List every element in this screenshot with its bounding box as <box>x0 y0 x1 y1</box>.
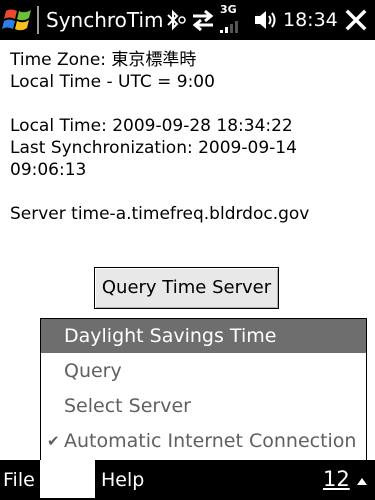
menu-item-query[interactable]: Query <box>41 354 366 388</box>
bluetooth-icon <box>167 9 186 31</box>
input-panel-button[interactable] <box>40 460 95 498</box>
last-sync-label: Last Synchronization: 2009-09-14 <box>10 138 297 158</box>
3g-signal-icon: 3G <box>218 3 244 34</box>
data-transfer-icon <box>192 9 214 32</box>
menu-item-label: Daylight Savings Time <box>64 325 277 347</box>
popup-menu: Daylight Savings Time Query Select Serve… <box>40 318 367 460</box>
network-type-label: 3G <box>220 3 237 16</box>
help-softkey[interactable]: Help <box>101 468 144 492</box>
title-bar: SynchroTim 3G 18:34 <box>0 0 375 40</box>
menu-item-select-server[interactable]: Select Server <box>41 389 366 423</box>
query-time-server-button[interactable]: Query Time Server <box>94 267 279 309</box>
clock[interactable]: 18:34 <box>283 8 338 32</box>
soft-key-bar: File Help 12 <box>0 460 375 500</box>
utc-offset-text: Local Time - UTC = 9:00 <box>10 72 215 92</box>
checkmark-icon: ✔ <box>47 432 60 450</box>
file-menu-softkey[interactable]: File <box>3 468 35 492</box>
windows-start-icon[interactable] <box>0 2 40 38</box>
menu-item-daylight-savings[interactable]: Daylight Savings Time <box>41 319 366 353</box>
menu-item-label: Automatic Internet Connection <box>64 430 357 452</box>
page-number[interactable]: 12 <box>323 466 350 492</box>
close-icon[interactable] <box>344 8 368 32</box>
up-arrow-icon[interactable] <box>356 476 368 486</box>
last-sync-time: 09:06:13 <box>10 160 87 180</box>
volume-icon[interactable] <box>252 6 278 34</box>
info-panel: Time Zone: 東京標準時 Local Time - UTC = 9:00… <box>10 49 368 225</box>
menu-item-label: Select Server <box>64 395 191 417</box>
screen: SynchroTim 3G 18:34 Time Zone: 東京標準時 Loc… <box>0 0 375 500</box>
menu-item-automatic-connection[interactable]: ✔ Automatic Internet Connection <box>41 424 366 458</box>
local-time-text: Local Time: 2009-09-28 18:34:22 <box>10 116 293 136</box>
server-text: Server time-a.timefreq.bldrdoc.gov <box>10 204 310 224</box>
app-title: SynchroTim <box>46 8 164 32</box>
time-zone-text: Time Zone: 東京標準時 <box>10 50 197 70</box>
menu-item-label: Query <box>64 360 122 382</box>
